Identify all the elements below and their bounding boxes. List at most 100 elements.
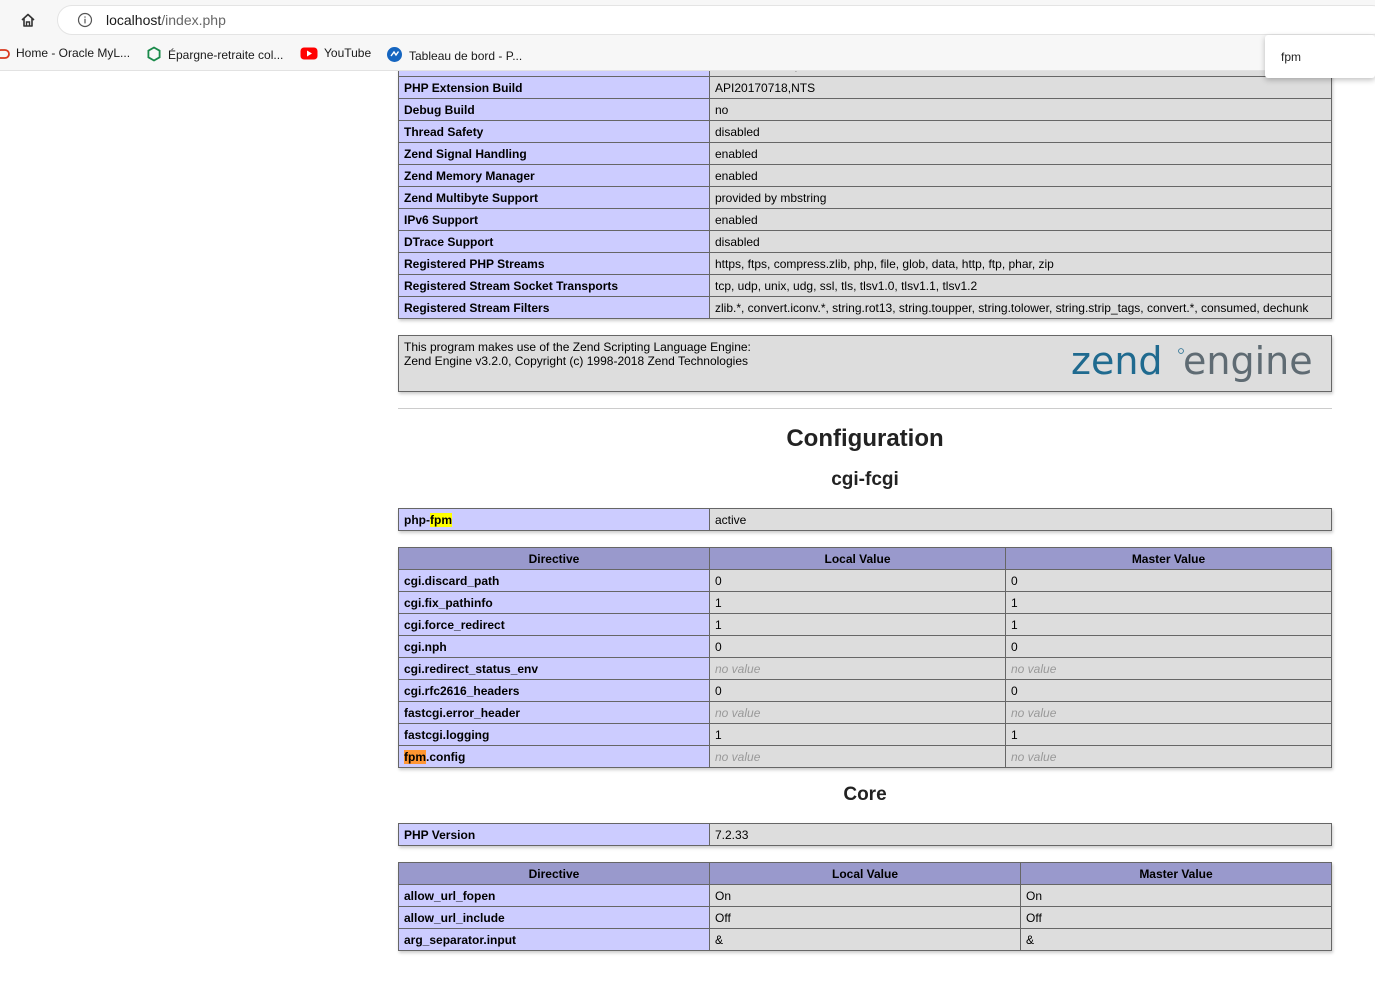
master-value-cell: no value: [1005, 657, 1332, 680]
table-row: Zend Signal Handling enabled: [398, 142, 1332, 165]
master-value-header: Master Value: [1005, 547, 1332, 570]
php-fpm-label: php-fpm: [398, 508, 710, 531]
local-value-cell: &: [709, 928, 1021, 951]
info-label-cell: IPv6 Support: [398, 208, 710, 231]
master-value-cell: 0: [1005, 679, 1332, 702]
table-row: cgi.fix_pathinfo 1 1: [398, 591, 1332, 614]
zend-credit-line1: This program makes use of the Zend Scrip…: [404, 340, 751, 354]
build-info-table: Zend Extension BuildAPI320170718,NTSPHP …: [398, 71, 1332, 319]
info-value-cell: https, ftps, compress.zlib, php, file, g…: [709, 252, 1332, 275]
bookmark-label: Home - Oracle MyL...: [16, 46, 131, 60]
page-viewport[interactable]: Zend Extension BuildAPI320170718,NTSPHP …: [0, 71, 1375, 988]
directive-name-cell: cgi.nph: [398, 635, 710, 658]
info-value-cell: enabled: [709, 208, 1332, 231]
hexagon-icon: [146, 46, 162, 65]
core-directives-body: allow_url_fopen On On allow_url_include Off O…: [398, 884, 1332, 951]
directive-name-cell: fastcgi.logging: [398, 723, 710, 746]
master-value-cell: On: [1020, 884, 1332, 907]
zend-credit-line2: Zend Engine v3.2.0, Copyright (c) 1998-2…: [404, 354, 748, 368]
info-label-cell: Zend Memory Manager: [398, 164, 710, 187]
info-label-cell: Thread Safety: [398, 120, 710, 143]
bookmark-tableau[interactable]: Tableau de bord - P...: [386, 46, 522, 66]
label-suffix: .config: [426, 749, 466, 764]
table-row: IPv6 Support enabled: [398, 208, 1332, 231]
local-value-cell: 0: [709, 569, 1006, 592]
table-row: Thread Safety disabled: [398, 120, 1332, 143]
table-row: PHP Extension Build API20170718,NTS: [398, 76, 1332, 99]
core-directives-table: Directive Local Value Master Value allow…: [398, 862, 1332, 951]
info-label-cell: Registered Stream Filters: [398, 296, 710, 319]
info-label-cell: Debug Build: [398, 98, 710, 121]
info-value-cell: disabled: [709, 230, 1332, 253]
master-value-cell: 1: [1005, 613, 1332, 636]
zend-credit: This program makes use of the Zend Scrip…: [404, 340, 751, 368]
bookmark-label: Épargne-retraite col...: [168, 48, 284, 62]
url-host: localhost: [106, 12, 162, 28]
local-value-cell: 0: [709, 635, 1006, 658]
master-value-cell: 0: [1005, 635, 1332, 658]
directive-name-cell: fastcgi.error_header: [398, 701, 710, 724]
info-label-cell: Zend Signal Handling: [398, 142, 710, 165]
youtube-icon: [300, 47, 318, 63]
cgi-directives-body: cgi.discard_path 0 0 cgi.fix_pathinfo 1 1 cgi.…: [398, 569, 1332, 746]
info-value-cell: no: [709, 98, 1332, 121]
info-label-cell: Zend Multibyte Support: [398, 186, 710, 209]
zend-engine-logo[interactable]: zend engine: [1071, 338, 1327, 390]
table-header-row: Directive Local Value Master Value: [398, 547, 1332, 570]
url-path: /index.php: [161, 12, 226, 28]
info-label-cell: DTrace Support: [398, 230, 710, 253]
master-value-cell: &: [1020, 928, 1332, 951]
core-title: Core: [843, 784, 887, 805]
info-value-cell: disabled: [709, 120, 1332, 143]
info-value-cell: enabled: [709, 142, 1332, 165]
master-value-cell: 0: [1005, 569, 1332, 592]
address-bar[interactable]: localhost/index.php: [57, 5, 1375, 35]
master-value-header: Master Value: [1020, 862, 1332, 885]
php-fpm-value: active: [709, 508, 1332, 531]
bookmark-oracle[interactable]: Home - Oracle MyL...: [0, 46, 130, 63]
table-row: cgi.redirect_status_env no value no value: [398, 657, 1332, 680]
directive-name-cell: cgi.rfc2616_headers: [398, 679, 710, 702]
directive-name-cell: allow_url_fopen: [398, 884, 710, 907]
table-row: cgi.force_redirect 1 1: [398, 613, 1332, 636]
master-value-cell: no value: [1005, 745, 1332, 768]
home-button[interactable]: [14, 6, 42, 34]
find-match-highlight: fpm: [430, 512, 452, 527]
table-row: PHP Version 7.2.33: [398, 823, 1332, 846]
oracle-icon: [0, 48, 10, 63]
local-value-cell: no value: [709, 745, 1006, 768]
cgi-directives-table: Directive Local Value Master Value cgi.d…: [398, 547, 1332, 768]
php-version-label: PHP Version: [398, 823, 710, 846]
label-prefix: php-: [404, 512, 430, 527]
table-row: arg_separator.input & &: [398, 928, 1332, 951]
master-value-cell: 1: [1005, 591, 1332, 614]
local-value-header: Local Value: [709, 862, 1021, 885]
table-row: fpm.config no value no value: [398, 745, 1332, 768]
info-icon[interactable]: [77, 12, 93, 28]
local-value-cell: 0: [709, 679, 1006, 702]
url-text[interactable]: localhost/index.php: [106, 12, 226, 28]
directive-name-cell: cgi.redirect_status_env: [398, 657, 710, 680]
php-version-value: 7.2.33: [709, 823, 1332, 846]
bookmark-epargne[interactable]: Épargne-retraite col...: [146, 46, 283, 65]
table-row: allow_url_include Off Off: [398, 906, 1332, 929]
directive-header: Directive: [398, 862, 710, 885]
directive-name-cell: allow_url_include: [398, 906, 710, 929]
bookmark-youtube[interactable]: YouTube: [300, 46, 371, 63]
dashboard-icon: [386, 46, 403, 66]
local-value-cell: On: [709, 884, 1021, 907]
table-row: DTrace Support disabled: [398, 230, 1332, 253]
local-value-cell: no value: [709, 657, 1006, 680]
find-query[interactable]: fpm: [1281, 50, 1301, 64]
local-value-cell: Off: [709, 906, 1021, 929]
zend-engine-box: This program makes use of the Zend Scrip…: [398, 335, 1332, 392]
directive-name-cell: cgi.force_redirect: [398, 613, 710, 636]
configuration-title: Configuration: [786, 425, 944, 452]
home-icon: [21, 13, 35, 27]
directive-name-cell: cgi.discard_path: [398, 569, 710, 592]
directive-header: Directive: [398, 547, 710, 570]
find-in-page-popup[interactable]: fpm: [1265, 35, 1375, 78]
core-version-table: PHP Version 7.2.33: [398, 823, 1332, 846]
table-row: Registered Stream Filters zlib.*, convert…: [398, 296, 1332, 319]
info-value-cell: API20170718,NTS: [709, 76, 1332, 99]
